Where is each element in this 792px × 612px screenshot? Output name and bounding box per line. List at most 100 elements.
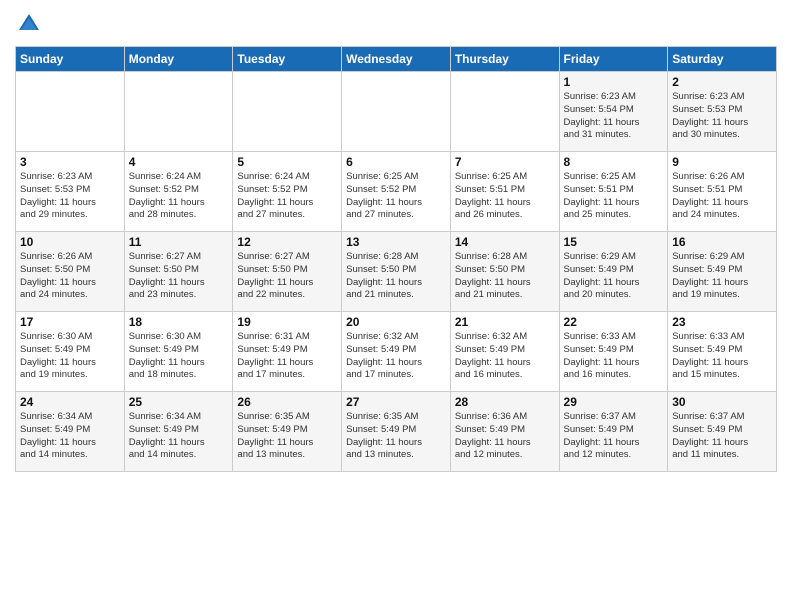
day-number: 8 [564,155,664,169]
page-container: SundayMondayTuesdayWednesdayThursdayFrid… [0,0,792,482]
calendar-cell: 10Sunrise: 6:26 AM Sunset: 5:50 PM Dayli… [16,232,125,312]
calendar-week-row: 1 Sunrise: 6:23 AM Sunset: 5:54 PM Daylig… [16,72,777,152]
day-info: Sunrise: 6:30 AM Sunset: 5:49 PM Dayligh… [20,331,120,382]
day-number: 12 [237,235,337,249]
calendar-week-row: 17 Sunrise: 6:30 AM Sunset: 5:49 PM Dayli… [16,312,777,392]
calendar: SundayMondayTuesdayWednesdayThursdayFrid… [15,46,777,472]
day-info: Sunrise: 6:37 AM Sunset: 5:49 PM Dayligh… [564,411,664,462]
day-number: 24 [20,395,120,409]
calendar-cell: 27 Sunrise: 6:35 AM Sunset: 5:49 PM Dayli… [342,392,451,472]
logo-icon [15,10,43,38]
day-info: Sunrise: 6:35 AM Sunset: 5:49 PM Dayligh… [346,411,446,462]
calendar-cell [124,72,233,152]
calendar-cell: 5 Sunrise: 6:24 AM Sunset: 5:52 PM Daylig… [233,152,342,232]
day-number: 21 [455,315,555,329]
day-info: Sunrise: 6:27 AM Sunset: 5:50 PM Dayligh… [237,251,337,302]
day-info: Sunrise: 6:24 AM Sunset: 5:52 PM Dayligh… [129,171,229,222]
calendar-cell [16,72,125,152]
day-number: 13 [346,235,446,249]
day-number: 27 [346,395,446,409]
calendar-cell [450,72,559,152]
weekday-header: Sunday [16,47,125,72]
calendar-cell: 26 Sunrise: 6:35 AM Sunset: 5:49 PM Dayli… [233,392,342,472]
calendar-cell: 21 Sunrise: 6:32 AM Sunset: 5:49 PM Dayli… [450,312,559,392]
calendar-cell [233,72,342,152]
calendar-cell: 11 Sunrise: 6:27 AM Sunset: 5:50 PM Dayli… [124,232,233,312]
calendar-cell: 6 Sunrise: 6:25 AM Sunset: 5:52 PM Daylig… [342,152,451,232]
weekday-header: Tuesday [233,47,342,72]
calendar-cell: 3 Sunrise: 6:23 AM Sunset: 5:53 PM Daylig… [16,152,125,232]
day-number: 6 [346,155,446,169]
day-info: Sunrise: 6:27 AM Sunset: 5:50 PM Dayligh… [129,251,229,302]
calendar-body: 1 Sunrise: 6:23 AM Sunset: 5:54 PM Daylig… [16,72,777,472]
calendar-cell [342,72,451,152]
day-number: 30 [672,395,772,409]
day-info: Sunrise: 6:28 AM Sunset: 5:50 PM Dayligh… [455,251,555,302]
day-number: 17 [20,315,120,329]
calendar-cell: 22 Sunrise: 6:33 AM Sunset: 5:49 PM Dayli… [559,312,668,392]
day-info: Sunrise: 6:35 AM Sunset: 5:49 PM Dayligh… [237,411,337,462]
day-number: 11 [129,235,229,249]
weekday-header: Saturday [668,47,777,72]
day-info: Sunrise: 6:26 AM Sunset: 5:50 PM Dayligh… [20,251,120,302]
weekday-row: SundayMondayTuesdayWednesdayThursdayFrid… [16,47,777,72]
day-info: Sunrise: 6:28 AM Sunset: 5:50 PM Dayligh… [346,251,446,302]
day-number: 19 [237,315,337,329]
calendar-cell: 15Sunrise: 6:29 AM Sunset: 5:49 PM Dayli… [559,232,668,312]
day-info: Sunrise: 6:36 AM Sunset: 5:49 PM Dayligh… [455,411,555,462]
day-number: 29 [564,395,664,409]
calendar-cell: 23 Sunrise: 6:33 AM Sunset: 5:49 PM Dayli… [668,312,777,392]
calendar-cell: 9Sunrise: 6:26 AM Sunset: 5:51 PM Daylig… [668,152,777,232]
calendar-cell: 18Sunrise: 6:30 AM Sunset: 5:49 PM Dayli… [124,312,233,392]
day-number: 4 [129,155,229,169]
day-info: Sunrise: 6:34 AM Sunset: 5:49 PM Dayligh… [20,411,120,462]
weekday-header: Friday [559,47,668,72]
calendar-cell: 12 Sunrise: 6:27 AM Sunset: 5:50 PM Dayli… [233,232,342,312]
calendar-cell: 1 Sunrise: 6:23 AM Sunset: 5:54 PM Daylig… [559,72,668,152]
day-number: 18 [129,315,229,329]
day-info: Sunrise: 6:37 AM Sunset: 5:49 PM Dayligh… [672,411,772,462]
calendar-week-row: 10Sunrise: 6:26 AM Sunset: 5:50 PM Dayli… [16,232,777,312]
day-info: Sunrise: 6:25 AM Sunset: 5:52 PM Dayligh… [346,171,446,222]
day-number: 26 [237,395,337,409]
day-info: Sunrise: 6:32 AM Sunset: 5:49 PM Dayligh… [455,331,555,382]
calendar-cell: 20 Sunrise: 6:32 AM Sunset: 5:49 PM Dayli… [342,312,451,392]
day-info: Sunrise: 6:23 AM Sunset: 5:53 PM Dayligh… [20,171,120,222]
calendar-cell: 8Sunrise: 6:25 AM Sunset: 5:51 PM Daylig… [559,152,668,232]
day-number: 16 [672,235,772,249]
day-number: 28 [455,395,555,409]
calendar-cell: 4 Sunrise: 6:24 AM Sunset: 5:52 PM Daylig… [124,152,233,232]
calendar-week-row: 24 Sunrise: 6:34 AM Sunset: 5:49 PM Dayli… [16,392,777,472]
day-number: 2 [672,75,772,89]
day-number: 20 [346,315,446,329]
day-info: Sunrise: 6:25 AM Sunset: 5:51 PM Dayligh… [455,171,555,222]
day-info: Sunrise: 6:23 AM Sunset: 5:53 PM Dayligh… [672,91,772,142]
day-number: 22 [564,315,664,329]
day-info: Sunrise: 6:33 AM Sunset: 5:49 PM Dayligh… [672,331,772,382]
day-number: 3 [20,155,120,169]
calendar-cell: 24 Sunrise: 6:34 AM Sunset: 5:49 PM Dayli… [16,392,125,472]
day-number: 23 [672,315,772,329]
day-number: 5 [237,155,337,169]
day-info: Sunrise: 6:29 AM Sunset: 5:49 PM Dayligh… [672,251,772,302]
day-info: Sunrise: 6:24 AM Sunset: 5:52 PM Dayligh… [237,171,337,222]
day-number: 9 [672,155,772,169]
calendar-cell: 29 Sunrise: 6:37 AM Sunset: 5:49 PM Dayli… [559,392,668,472]
calendar-cell: 17 Sunrise: 6:30 AM Sunset: 5:49 PM Dayli… [16,312,125,392]
weekday-header: Wednesday [342,47,451,72]
day-number: 1 [564,75,664,89]
calendar-week-row: 3 Sunrise: 6:23 AM Sunset: 5:53 PM Daylig… [16,152,777,232]
calendar-cell: 2 Sunrise: 6:23 AM Sunset: 5:53 PM Daylig… [668,72,777,152]
calendar-cell: 16 Sunrise: 6:29 AM Sunset: 5:49 PM Dayli… [668,232,777,312]
day-info: Sunrise: 6:31 AM Sunset: 5:49 PM Dayligh… [237,331,337,382]
day-number: 7 [455,155,555,169]
day-info: Sunrise: 6:23 AM Sunset: 5:54 PM Dayligh… [564,91,664,142]
day-info: Sunrise: 6:33 AM Sunset: 5:49 PM Dayligh… [564,331,664,382]
day-number: 15 [564,235,664,249]
day-info: Sunrise: 6:34 AM Sunset: 5:49 PM Dayligh… [129,411,229,462]
logo [15,10,47,38]
weekday-header: Monday [124,47,233,72]
day-info: Sunrise: 6:32 AM Sunset: 5:49 PM Dayligh… [346,331,446,382]
calendar-cell: 13 Sunrise: 6:28 AM Sunset: 5:50 PM Dayli… [342,232,451,312]
day-number: 14 [455,235,555,249]
